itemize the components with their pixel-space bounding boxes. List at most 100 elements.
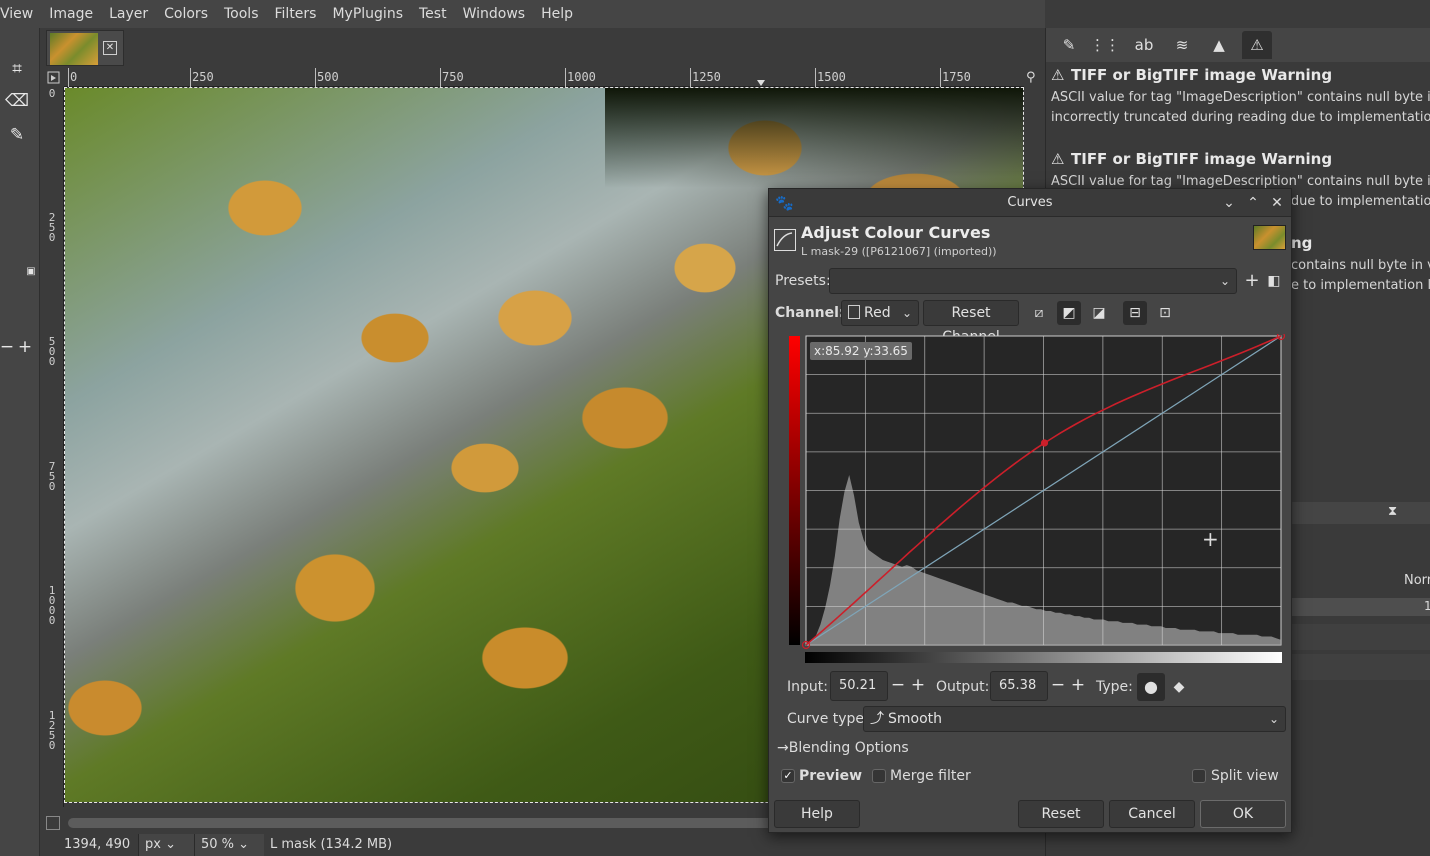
menu-test[interactable]: Test (411, 0, 455, 28)
image-tab[interactable]: ✕ (46, 30, 124, 66)
crop-tool-icon[interactable]: ⌗ (4, 56, 30, 82)
split-view-label[interactable]: Split view (1211, 768, 1279, 784)
curve-graph[interactable] (789, 331, 1289, 669)
menu-layer[interactable]: Layer (101, 0, 156, 28)
warning-title: TIFF or BigTIFF image Warning (1071, 66, 1333, 84)
layer-mode-row[interactable]: Norr (1286, 568, 1430, 594)
navigate-icon[interactable]: ⚲ (1026, 68, 1042, 87)
close-icon[interactable]: ✕ (103, 41, 117, 55)
eraser-tool-icon[interactable]: ⌫ (4, 88, 30, 114)
histogram-log-icon[interactable]: ⊡ (1153, 301, 1177, 325)
linear-histogram-icon[interactable]: ⧄ (1027, 301, 1051, 325)
dock-menu-icon[interactable]: ⧗ (1388, 504, 1397, 519)
cursor-readout: x:85.92 y:33.65 (810, 342, 912, 360)
configure-icon[interactable]: ▣ (18, 258, 44, 284)
split-view-checkbox[interactable] (1192, 769, 1206, 783)
menu-colors[interactable]: Colors (156, 0, 216, 28)
curve-control-point (1040, 439, 1049, 447)
menu-bar: View Image Layer Colors Tools Filters My… (0, 0, 1045, 28)
quick-mask-toggle[interactable] (46, 816, 60, 830)
histogram-linear-icon[interactable]: ⊟ (1123, 301, 1147, 325)
dialog-title: Curves (1007, 195, 1053, 210)
pattern-icon[interactable]: ⋮⋮ (1090, 31, 1120, 59)
input-increment-icon[interactable]: + (909, 671, 927, 701)
output-spinbox[interactable]: 65.38 (990, 671, 1048, 701)
menu-filters[interactable]: Filters (267, 0, 325, 28)
opacity-value: 1 (1424, 599, 1430, 613)
ok-button[interactable]: OK (1200, 800, 1286, 828)
curve-linear-icon[interactable]: ◩ (1057, 301, 1081, 325)
layer-mode-value: Norr (1404, 573, 1430, 588)
horizontal-ruler[interactable]: 0 250 500 750 1000 1250 1500 1750 (64, 68, 1024, 87)
curve-type-combo[interactable]: ⤴ Smooth ⌄ (863, 706, 1286, 732)
chevron-down-icon: ⌄ (901, 306, 912, 320)
preview-checkbox[interactable]: ✓ (781, 769, 795, 783)
zoom-in-icon[interactable]: + (12, 334, 38, 360)
opacity-slider[interactable]: 1 (1286, 598, 1430, 616)
ruler-label: 0 (48, 87, 56, 100)
menu-help[interactable]: Help (533, 0, 581, 28)
menu-view[interactable]: View (0, 0, 41, 28)
layers-list[interactable] (1286, 654, 1430, 680)
ruler-label: 0 (70, 70, 78, 84)
vertical-ruler[interactable]: 0 250 500 750 1000 1250 (44, 87, 64, 807)
zoom-select[interactable]: 50 % ⌄ (194, 834, 264, 856)
minimize-icon[interactable]: ⌄ (1220, 194, 1238, 212)
color-picker-tool-icon[interactable]: ✎ (4, 122, 30, 148)
ruler-corner[interactable] (44, 68, 64, 87)
chevron-down-icon: ⌄ (165, 837, 176, 852)
curve-type-value: Smooth (888, 711, 943, 727)
pointer-coordinates: 1394, 490 (64, 837, 131, 852)
maximize-icon[interactable]: ⌃ (1244, 194, 1262, 212)
reset-button[interactable]: Reset (1018, 800, 1104, 828)
unit-select[interactable]: px ⌄ (138, 834, 194, 856)
layers-stack-icon[interactable]: ≋ (1167, 31, 1197, 59)
dock-tab-bar: ⧗ (1286, 502, 1430, 524)
menu-myplugins[interactable]: MyPlugins (324, 0, 411, 28)
chevron-down-icon: ⌄ (1219, 274, 1230, 288)
ruler-label: 250 (48, 211, 56, 244)
ruler-pointer-marker (757, 80, 765, 86)
merge-filter-label[interactable]: Merge filter (890, 768, 971, 784)
output-increment-icon[interactable]: + (1069, 671, 1087, 701)
input-spinbox[interactable]: 50.21 (830, 671, 888, 701)
warning-title: ng (1291, 234, 1313, 252)
preview-label[interactable]: Preview (799, 768, 862, 784)
blending-options-expander[interactable]: →Blending Options (777, 740, 909, 756)
error-message: ⚠ TIFF or BigTIFF image Warning ASCII val… (1051, 66, 1430, 128)
reset-channel-button[interactable]: Reset Channel (923, 300, 1019, 345)
channel-label: Channel: (775, 305, 845, 321)
menu-windows[interactable]: Windows (455, 0, 534, 28)
cancel-button[interactable]: Cancel (1109, 800, 1195, 828)
presets-combo[interactable]: ⌄ (829, 268, 1237, 294)
input-decrement-icon[interactable]: − (889, 671, 907, 701)
help-button[interactable]: Help (774, 800, 860, 828)
font-icon[interactable]: ab (1129, 31, 1159, 59)
smooth-point-icon[interactable]: ● (1137, 673, 1165, 701)
close-icon[interactable]: ✕ (1268, 194, 1286, 212)
menu-tools[interactable]: Tools (216, 0, 267, 28)
ruler-label: 1250 (48, 709, 56, 752)
dialog-titlebar[interactable]: 🐾 Curves ⌄ ⌃ ✕ (769, 189, 1291, 217)
output-decrement-icon[interactable]: − (1049, 671, 1067, 701)
ruler-label: 750 (442, 70, 464, 84)
brush-icon[interactable]: ✎ (1054, 31, 1084, 59)
channel-value: Red (864, 305, 891, 321)
channel-combo[interactable]: Red ⌄ (841, 300, 919, 326)
curve-editor[interactable]: x:85.92 y:33.65 + (789, 331, 1289, 669)
merge-filter-checkbox[interactable] (872, 769, 886, 783)
ruler-label: 1000 (567, 70, 596, 84)
warning-text: contains null byte in va (1291, 258, 1430, 273)
menu-image[interactable]: Image (41, 0, 101, 28)
warning-icon[interactable]: ⚠ (1242, 31, 1272, 59)
curve-log-icon[interactable]: ◪ (1087, 301, 1111, 325)
preset-menu-icon[interactable]: ◧ (1262, 269, 1286, 293)
warning-icon: ⚠ (1051, 66, 1065, 84)
chevron-down-icon: ⌄ (238, 837, 250, 852)
input-gradient-bar (805, 652, 1282, 663)
histogram-icon[interactable]: ▲ (1204, 31, 1234, 59)
corner-point-icon[interactable]: ◆ (1167, 673, 1191, 701)
add-preset-icon[interactable]: + (1240, 269, 1264, 293)
lock-row (1286, 624, 1430, 650)
ruler-label: 500 (317, 70, 339, 84)
